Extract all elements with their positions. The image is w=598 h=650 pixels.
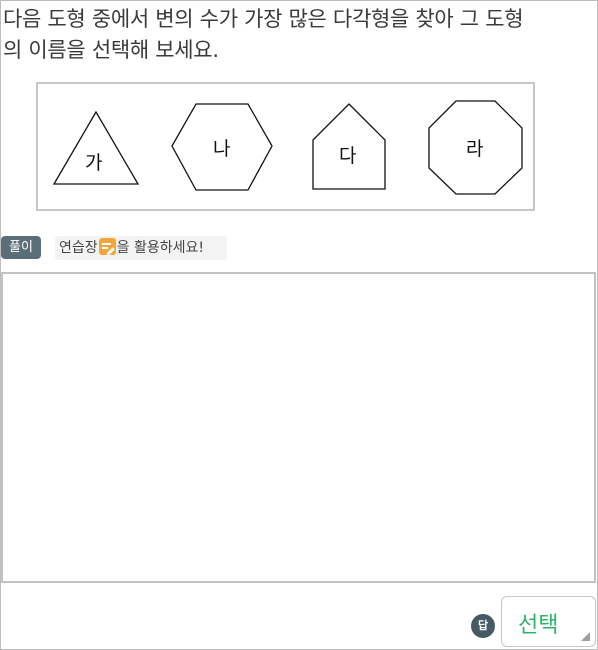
solution-work-area[interactable] xyxy=(1,272,596,583)
solution-badge: 풀이 xyxy=(1,236,41,259)
notepad-pencil-icon[interactable] xyxy=(98,238,116,256)
shape-label-ra: 라 xyxy=(466,138,483,160)
figure-box: 가 나 다 라 xyxy=(36,82,535,211)
answer-select-button[interactable]: 선택 xyxy=(501,596,596,647)
shape-label-da: 다 xyxy=(339,145,356,167)
answer-badge: 답 xyxy=(471,614,495,638)
question-line-1: 다음 도형 중에서 변의 수가 가장 많은 다각형을 찾아 그 도형 xyxy=(3,7,524,31)
notepad-hint: 연습장 을 활용하세요! xyxy=(55,236,227,260)
shape-label-na: 나 xyxy=(213,138,230,160)
answer-select-label: 선택 xyxy=(518,613,559,638)
shape-label-ga: 가 xyxy=(85,152,102,174)
question-text: 다음 도형 중에서 변의 수가 가장 많은 다각형을 찾아 그 도형 의 이름을… xyxy=(3,4,593,66)
question-line-2: 의 이름을 선택해 보세요. xyxy=(3,38,219,62)
dropdown-corner-icon xyxy=(581,632,590,641)
hint-text-before: 연습장 xyxy=(59,240,98,256)
shapes-figure: 가 나 다 라 xyxy=(52,100,523,195)
hint-text-after: 을 활용하세요! xyxy=(116,240,204,256)
